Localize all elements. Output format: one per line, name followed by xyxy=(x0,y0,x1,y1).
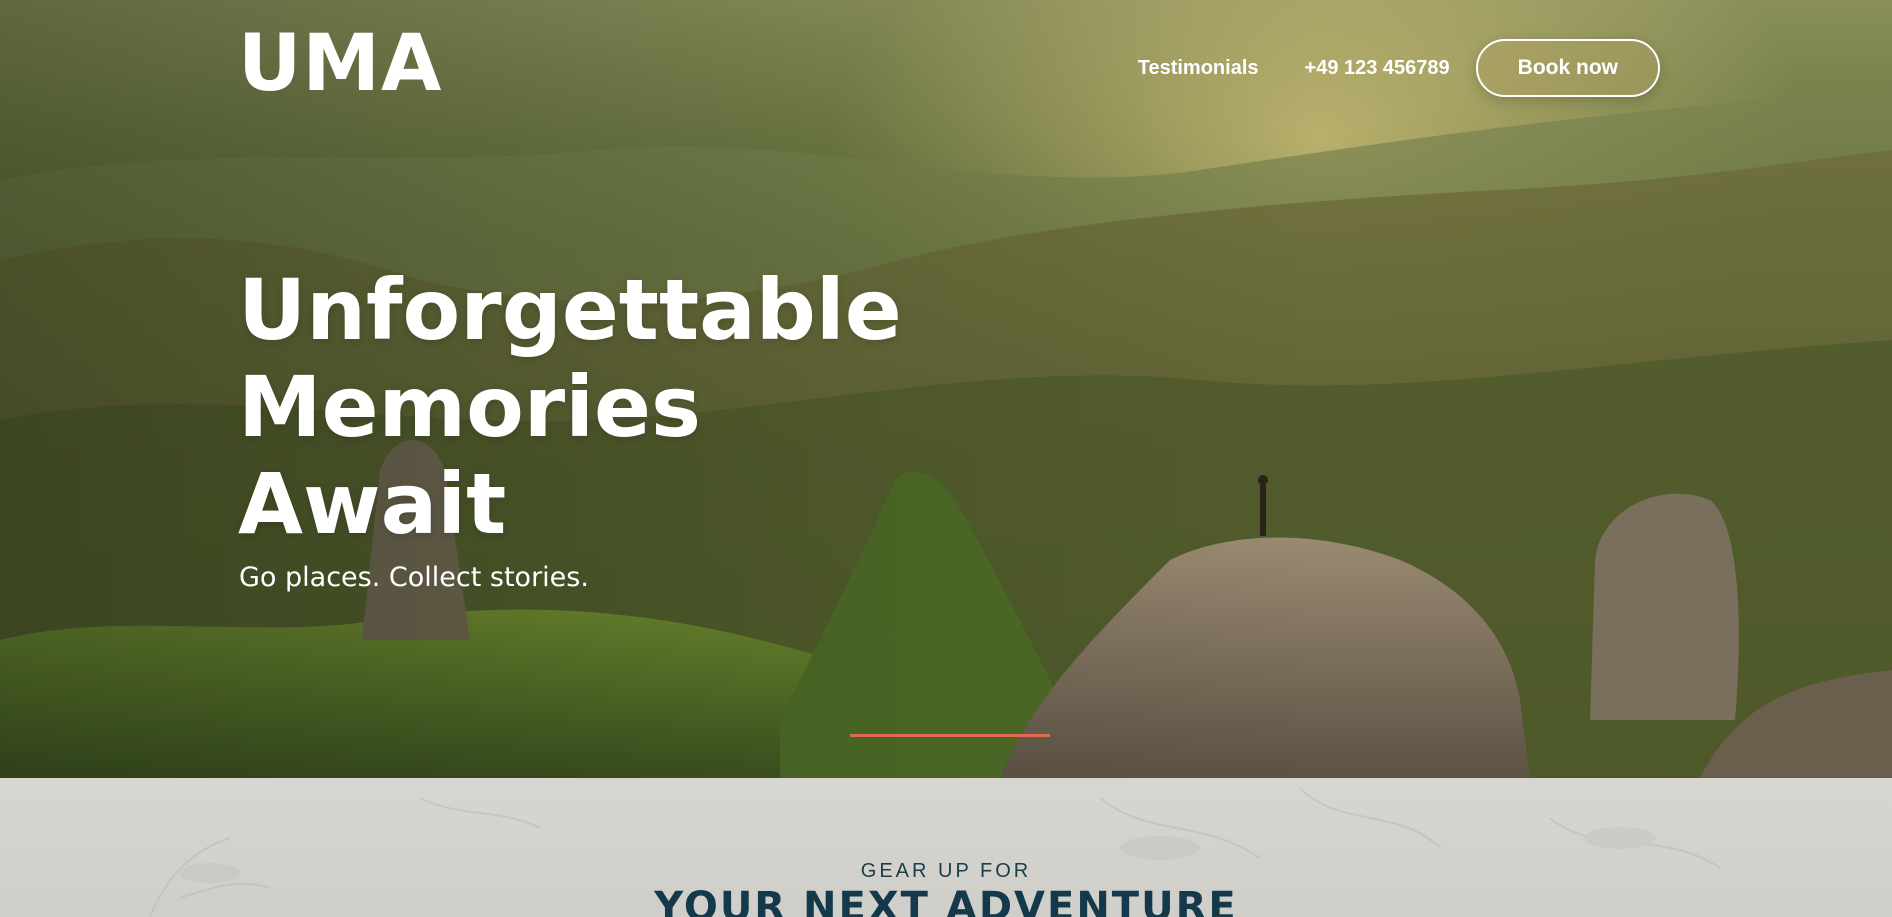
section-title: YOUR NEXT ADVENTURE xyxy=(654,884,1238,917)
hero-headline-line-2: Memories xyxy=(238,358,701,456)
slide-progress-indicator xyxy=(850,734,1050,737)
section-eyebrow: GEAR UP FOR xyxy=(860,860,1032,882)
book-now-button[interactable]: Book now xyxy=(1475,39,1660,97)
brand-logo[interactable]: UMA xyxy=(238,25,442,103)
nav-link-phone[interactable]: +49 123 456789 xyxy=(1305,57,1450,80)
hero-headline: Unforgettable Memories Await xyxy=(238,262,958,553)
nav-link-testimonials[interactable]: Testimonials xyxy=(1138,57,1259,80)
top-nav: Testimonials +49 123 456789 Book now xyxy=(1092,38,1660,98)
hero-headline-line-3: Await xyxy=(238,455,507,553)
hero-tagline: Go places. Collect stories. xyxy=(239,562,589,593)
hero-headline-line-1: Unforgettable xyxy=(238,261,902,359)
